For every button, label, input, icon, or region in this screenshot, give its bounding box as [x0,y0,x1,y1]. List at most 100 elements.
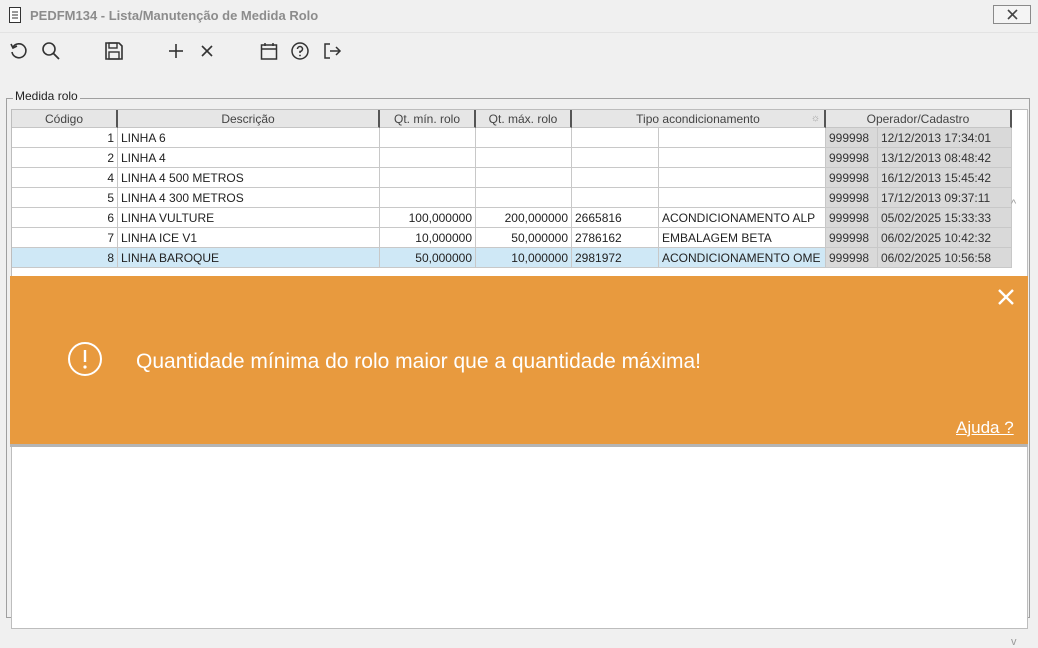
cell-qt-min[interactable] [380,128,476,148]
cell-codigo[interactable]: 1 [12,128,118,148]
cell-cadastro[interactable]: 13/12/2013 08:48:42 [878,148,1012,168]
scroll-up-icon[interactable]: ^ [1011,198,1016,210]
cell-qt-min[interactable]: 100,000000 [380,208,476,228]
exit-icon [324,43,342,59]
toast-help-link[interactable]: Ajuda ? [956,418,1014,438]
cell-tipo-descricao[interactable] [659,148,826,168]
cell-descricao[interactable]: LINHA BAROQUE [118,248,380,268]
cell-tipo-codigo[interactable] [572,188,659,208]
exit-button[interactable] [322,41,342,61]
cell-qt-min[interactable] [380,188,476,208]
window-title: PEDFM134 - Lista/Manutenção de Medida Ro… [30,8,319,23]
column-filter-icon[interactable]: ☼ [811,110,820,128]
table-row[interactable]: 5 LINHA 4 300 METROS 999998 17/12/2013 09:3… [12,188,1012,208]
calendar-icon [260,43,278,60]
cell-operador[interactable]: 999998 [826,168,878,188]
refresh-button[interactable] [8,41,28,61]
cell-codigo[interactable]: 6 [12,208,118,228]
cell-codigo[interactable]: 5 [12,188,118,208]
cell-qt-max[interactable]: 50,000000 [476,228,572,248]
cell-qt-min[interactable] [380,168,476,188]
search-button[interactable] [41,41,61,61]
table-row[interactable]: 8 LINHA BAROQUE 50,000000 10,000000 2981972 A… [12,248,1012,268]
document-icon [9,7,21,23]
cell-operador[interactable]: 999998 [826,188,878,208]
help-icon [291,42,309,60]
cell-qt-min[interactable]: 50,000000 [380,248,476,268]
cell-tipo-codigo[interactable]: 2786162 [572,228,659,248]
cell-tipo-descricao[interactable]: ACONDICIONAMENTO OME [659,248,826,268]
cell-tipo-descricao[interactable] [659,188,826,208]
cell-tipo-descricao[interactable] [659,168,826,188]
column-header-descricao[interactable]: Descrição [118,110,380,128]
cell-descricao[interactable]: LINHA 4 300 METROS [118,188,380,208]
cell-codigo[interactable]: 4 [12,168,118,188]
cell-tipo-codigo[interactable] [572,168,659,188]
table-row[interactable]: 6 LINHA VULTURE 100,000000 200,000000 266581… [12,208,1012,228]
cell-tipo-descricao[interactable]: ACONDICIONAMENTO ALP [659,208,826,228]
table-row[interactable]: 1 LINHA 6 999998 12/12/2013 17:34:01 [12,128,1012,148]
column-header-qt-max[interactable]: Qt. máx. rolo [476,110,572,128]
help-button[interactable] [290,41,310,61]
cell-operador[interactable]: 999998 [826,228,878,248]
cell-operador[interactable]: 999998 [826,208,878,228]
cell-cadastro[interactable]: 12/12/2013 17:34:01 [878,128,1012,148]
cell-operador[interactable]: 999998 [826,128,878,148]
cell-codigo[interactable]: 2 [12,148,118,168]
add-icon [169,44,183,58]
toast-message: Quantidade mínima do rolo maior que a qu… [136,350,701,373]
cell-qt-max[interactable]: 200,000000 [476,208,572,228]
delete-button[interactable] [197,41,217,61]
toast-shadow [10,444,1028,447]
cell-cadastro[interactable]: 06/02/2025 10:42:32 [878,228,1012,248]
cell-tipo-descricao[interactable]: EMBALAGEM BETA [659,228,826,248]
table-row[interactable]: 2 LINHA 4 999998 13/12/2013 08:48:42 [12,148,1012,168]
scroll-down-icon[interactable]: v [1011,636,1017,648]
cell-descricao[interactable]: LINHA VULTURE [118,208,380,228]
delete-icon [201,45,213,57]
title-bar: PEDFM134 - Lista/Manutenção de Medida Ro… [0,0,1038,33]
cell-tipo-descricao[interactable] [659,128,826,148]
cell-qt-max[interactable] [476,188,572,208]
close-icon [1007,9,1018,20]
cell-operador[interactable]: 999998 [826,148,878,168]
cell-tipo-codigo[interactable]: 2665816 [572,208,659,228]
cell-qt-max[interactable] [476,168,572,188]
cell-cadastro[interactable]: 16/12/2013 15:45:42 [878,168,1012,188]
toast-close-icon[interactable] [995,286,1017,308]
cell-operador[interactable]: 999998 [826,248,878,268]
column-header-codigo[interactable]: Código [12,110,118,128]
cell-tipo-codigo[interactable] [572,128,659,148]
cell-qt-min[interactable]: 10,000000 [380,228,476,248]
cell-descricao[interactable]: LINHA ICE V1 [118,228,380,248]
cell-descricao[interactable]: LINHA 6 [118,128,380,148]
column-header-qt-min[interactable]: Qt. mín. rolo [380,110,476,128]
warning-toast: Quantidade mínima do rolo maior que a qu… [10,276,1028,444]
column-header-tipo-label: Tipo acondicionamento [636,112,760,126]
cell-qt-max[interactable]: 10,000000 [476,248,572,268]
cell-tipo-codigo[interactable] [572,148,659,168]
cell-descricao[interactable]: LINHA 4 500 METROS [118,168,380,188]
warning-icon [68,342,102,376]
cell-qt-max[interactable] [476,148,572,168]
cell-descricao[interactable]: LINHA 4 [118,148,380,168]
add-button[interactable] [166,41,186,61]
cell-qt-max[interactable] [476,128,572,148]
table-row[interactable]: 4 LINHA 4 500 METROS 999998 16/12/2013 15:4… [12,168,1012,188]
column-header-tipo-acondicionamento[interactable]: Tipo acondicionamento ☼ [572,110,826,128]
cell-codigo[interactable]: 8 [12,248,118,268]
cell-cadastro[interactable]: 17/12/2013 09:37:11 [878,188,1012,208]
cell-cadastro[interactable]: 06/02/2025 10:56:58 [878,248,1012,268]
close-window-button[interactable] [993,5,1031,24]
cell-qt-min[interactable] [380,148,476,168]
column-header-operador-cadastro[interactable]: Operador/Cadastro [826,110,1012,128]
cell-codigo[interactable]: 7 [12,228,118,248]
toolbar [0,33,1038,68]
table-row[interactable]: 7 LINHA ICE V1 10,000000 50,000000 2786162 EM… [12,228,1012,248]
calendar-button[interactable] [259,41,279,61]
search-icon [42,42,60,60]
cell-tipo-codigo[interactable]: 2981972 [572,248,659,268]
save-button[interactable] [104,41,124,61]
group-label: Medida rolo [13,89,80,103]
cell-cadastro[interactable]: 05/02/2025 15:33:33 [878,208,1012,228]
